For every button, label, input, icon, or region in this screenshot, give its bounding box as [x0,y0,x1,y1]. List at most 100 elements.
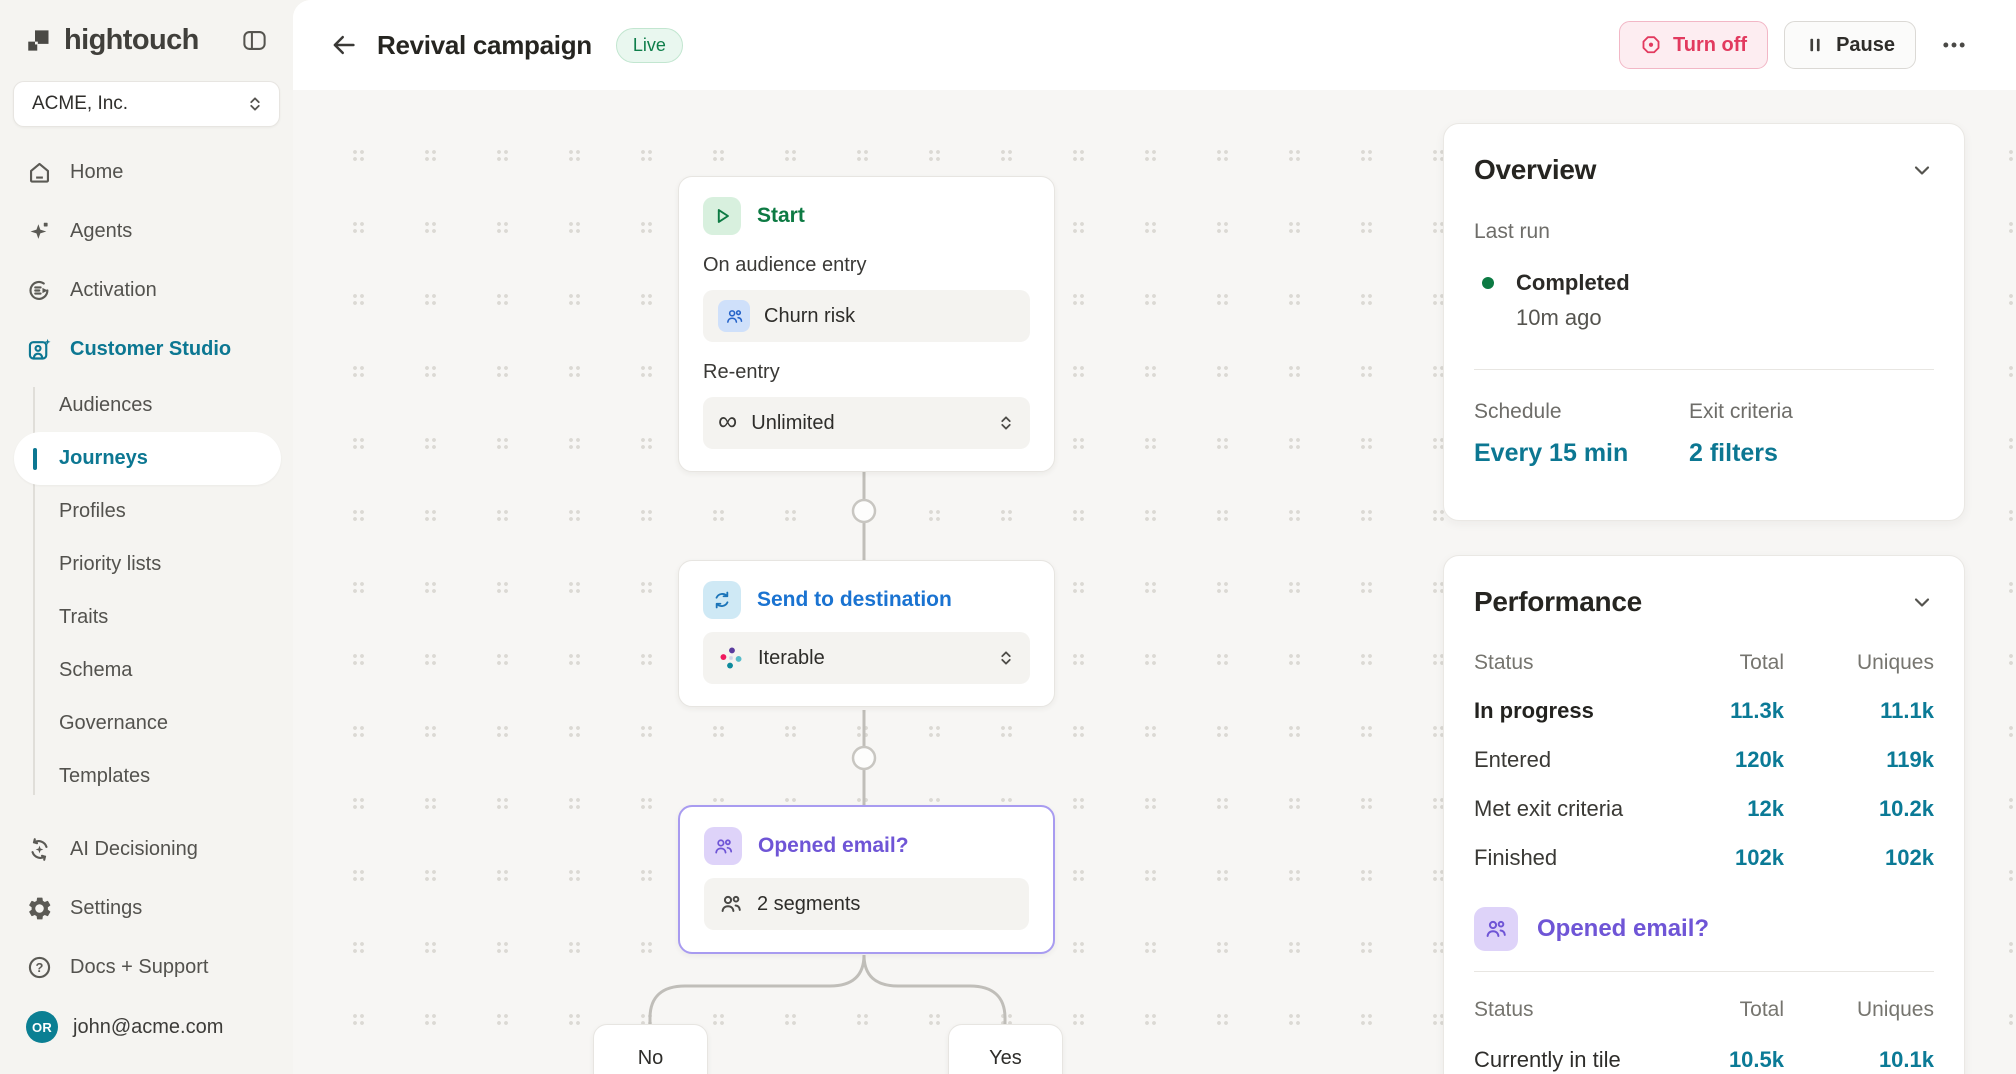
segments-row[interactable]: 2 segments [704,878,1029,930]
chevron-down-icon[interactable] [1910,158,1934,182]
page-header: Revival campaign Live Turn off Pause [293,0,2016,90]
schedule-label: Schedule [1474,400,1689,424]
stop-octagon-icon [1640,34,1662,56]
sidebar-item-label: AI Decisioning [70,838,198,861]
row-label: Met exit criteria [1474,796,1649,822]
workspace-switcher[interactable]: ACME, Inc. [13,81,280,127]
sub-item-label: Templates [59,765,150,788]
updown-chevron-icon [246,95,264,113]
node-title: Start [757,204,805,228]
pause-label: Pause [1836,34,1895,57]
sub-item-label: Audiences [59,394,152,417]
tile-table-header: Status Total Uniques [1474,998,1934,1022]
sidebar-item-label: Agents [70,220,132,243]
branch-yes-node[interactable]: Yes [948,1024,1063,1074]
sidebar-item-traits[interactable]: Traits [0,591,293,644]
user-menu[interactable]: OR john@acme.com [0,997,293,1057]
app-window: hightouch ACME, Inc. Home [0,0,2016,1074]
ai-decisioning-icon [26,836,53,863]
sidebar-item-templates[interactable]: Templates [0,750,293,803]
row-uniques: 102k [1784,845,1934,871]
brand-name: hightouch [64,24,199,57]
more-options-icon[interactable] [1932,23,1976,67]
node-start-header: Start [703,197,1030,235]
column-total: Total [1649,651,1784,675]
sidebar-item-label: Docs + Support [70,956,208,979]
hightouch-logo-mark [26,27,53,54]
divider [1474,971,1934,972]
edge-connector[interactable] [853,747,875,769]
exit-criteria-label: Exit criteria [1689,400,1793,424]
row-label: In progress [1474,698,1649,724]
pause-button[interactable]: Pause [1784,21,1916,69]
sidebar-item-priority-lists[interactable]: Priority lists [0,538,293,591]
reentry-select[interactable]: ∞ Unlimited [703,397,1030,449]
sidebar-item-home[interactable]: Home [0,143,293,202]
node-opened-email[interactable]: Opened email? 2 segments [678,805,1055,954]
segments-count: 2 segments [757,893,860,916]
sidebar-item-agents[interactable]: Agents [0,202,293,261]
sidebar-header: hightouch [0,0,293,57]
performance-card: Performance Status Total Uniques In prog… [1443,555,1965,1074]
row-total: 120k [1649,747,1784,773]
row-total: 102k [1649,845,1784,871]
reentry-label: Re-entry [703,361,1030,384]
column-status: Status [1474,998,1649,1022]
chevron-down-icon[interactable] [1910,590,1934,614]
performance-title: Performance [1474,586,1642,618]
row-uniques: 10.1k [1784,1047,1934,1073]
user-email: john@acme.com [73,1016,223,1039]
collapse-sidebar-icon[interactable] [239,26,269,56]
tile-title-link[interactable]: Opened email? [1537,915,1709,943]
sidebar-item-settings[interactable]: Settings [0,879,293,938]
turn-off-label: Turn off [1673,34,1747,57]
sidebar-item-audiences[interactable]: Audiences [0,379,293,432]
row-uniques: 119k [1784,747,1934,773]
sidebar: hightouch ACME, Inc. Home [0,0,293,1074]
journey-canvas[interactable]: Start On audience entry Churn risk Re-en… [293,90,2016,1074]
workspace-name: ACME, Inc. [32,93,128,115]
destination-select[interactable]: Iterable [703,632,1030,684]
sidebar-item-customer-studio[interactable]: Customer Studio [0,320,293,379]
sub-item-label: Priority lists [59,553,161,576]
customer-studio-icon [26,336,53,363]
node-start[interactable]: Start On audience entry Churn risk Re-en… [678,176,1055,472]
sub-item-label: Governance [59,712,168,735]
infinity-icon: ∞ [718,408,737,435]
table-row: Met exit criteria 12k 10.2k [1474,796,1934,822]
overview-title: Overview [1474,154,1596,186]
last-run-status-text: Completed [1516,270,1934,296]
help-icon: ? [26,954,53,981]
row-label: Currently in tile [1474,1047,1649,1073]
sidebar-item-journeys[interactable]: Journeys [14,432,281,485]
sidebar-item-profiles[interactable]: Profiles [0,485,293,538]
back-arrow-icon[interactable] [329,30,359,60]
schedule-link[interactable]: Every 15 min [1474,439,1689,468]
column-uniques: Uniques [1784,998,1934,1022]
sidebar-item-docs-support[interactable]: ? Docs + Support [0,938,293,997]
row-total: 10.5k [1649,1047,1784,1073]
node-send-to-destination[interactable]: Send to destination Iterable [678,560,1055,707]
turn-off-button[interactable]: Turn off [1619,21,1768,69]
branch-no-node[interactable]: No [593,1024,708,1074]
overview-card: Overview Last run Completed 10m ago Sche… [1443,123,1965,521]
play-icon [703,197,741,235]
sidebar-item-governance[interactable]: Governance [0,697,293,750]
exit-criteria-link[interactable]: 2 filters [1689,439,1793,468]
edge-connector[interactable] [853,500,875,522]
main-area: Revival campaign Live Turn off Pause [293,0,2016,1074]
column-total: Total [1649,998,1784,1022]
audience-row[interactable]: Churn risk [703,290,1030,342]
gear-icon [26,895,53,922]
sidebar-item-ai-decisioning[interactable]: AI Decisioning [0,820,293,879]
row-label: Entered [1474,747,1649,773]
home-icon [26,159,53,186]
activation-icon [26,277,53,304]
header-actions: Turn off Pause [1619,21,1976,69]
sidebar-item-activation[interactable]: Activation [0,261,293,320]
sub-item-label: Journeys [59,447,148,470]
sidebar-footer: AI Decisioning Settings ? Docs + Support… [0,820,293,1057]
sidebar-item-schema[interactable]: Schema [0,644,293,697]
last-run-status: Completed 10m ago [1474,270,1934,331]
reentry-value: Unlimited [751,412,834,435]
